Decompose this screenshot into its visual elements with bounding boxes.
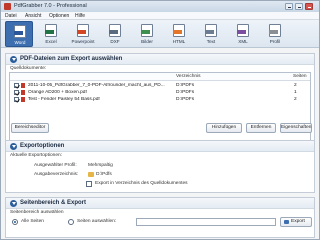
xml-icon (237, 24, 249, 37)
export-label: Export (291, 219, 305, 224)
close-button[interactable] (305, 3, 313, 10)
dxf-icon (109, 24, 121, 37)
minimize-button[interactable] (285, 3, 293, 10)
table-row[interactable]: 2011-10-05_PdfGrabber_7_0-PDF-Alfrounder… (10, 82, 310, 89)
profile-icon (269, 24, 281, 37)
title-bar: PdfGrabber 7.0 - Professional (1, 1, 319, 12)
pages-input[interactable] (136, 218, 276, 226)
table-row[interactable]: Test - Fender Paisley 54 Bass.pdf D:\PDFs… (10, 96, 310, 103)
file-folder: D:\PDFs (176, 90, 195, 95)
section-header[interactable]: Exportoptionen (6, 141, 314, 152)
row-checkbox[interactable] (14, 83, 19, 88)
page-range-section: Seitenbereich & Export Seitenbereich aus… (5, 197, 315, 238)
toolbar-button-label: Powerpoint (71, 39, 95, 44)
select-pages-radio[interactable] (68, 219, 74, 225)
current-options-label: Aktuelle Exportoptionen: (10, 153, 62, 158)
menu-optionen[interactable]: Optionen (49, 13, 69, 19)
collapse-icon[interactable] (10, 143, 17, 150)
section-header[interactable]: PDF-Dateien zum Export auswählen (6, 54, 314, 65)
file-folder: D:\PDFs (176, 83, 195, 88)
powerpoint-icon (77, 24, 89, 37)
row-checkbox[interactable] (14, 90, 19, 95)
source-documents-label: Quelldokumente: (10, 66, 47, 71)
pdf-file-icon (21, 97, 25, 102)
column-folder[interactable]: Verzeichnis (176, 74, 201, 79)
remove-button[interactable]: Entfernen (246, 123, 276, 133)
toolbar-button-text[interactable]: Text (197, 21, 225, 47)
toolbar-button-label: XML (238, 39, 248, 44)
section-title: Seitenbereich & Export (20, 200, 87, 206)
app-logo-icon (4, 3, 11, 10)
toolbar-button-label: HTML (172, 39, 186, 44)
toolbar-button-dxf[interactable]: DXF (101, 21, 129, 47)
file-pages: 2 (294, 97, 297, 102)
html-icon (173, 24, 185, 37)
menu-ansicht[interactable]: Ansicht (25, 13, 41, 19)
export-icon (284, 220, 289, 224)
page-range-label: Seitenbereich auswählen (10, 210, 64, 215)
file-pages: 2 (294, 83, 297, 88)
row-checkbox[interactable] (14, 97, 19, 102)
maximize-button[interactable] (295, 3, 303, 10)
pdf-file-icon (21, 83, 25, 88)
properties-button[interactable]: Eigenschaften (280, 123, 312, 133)
menu-hilfe[interactable]: Hilfe (75, 13, 85, 19)
output-dir-value[interactable]: D:\Pdfs (96, 172, 112, 177)
same-dir-checkbox[interactable] (86, 181, 92, 187)
toolbar-button-powerpoint[interactable]: Powerpoint (69, 21, 97, 47)
toolbar-button-profil[interactable]: Profil (261, 21, 289, 47)
table-header: Verzeichnis Seiten (10, 73, 310, 81)
toolbar-button-excel[interactable]: Excel (37, 21, 65, 47)
toolbar-button-bilder[interactable]: Bilder (133, 21, 161, 47)
file-name: Test - Fender Paisley 54 Bass.pdf (28, 97, 100, 102)
toolbar-button-html[interactable]: HTML (165, 21, 193, 47)
toolbar-button-label: Bilder (141, 39, 153, 44)
toolbar-button-label: Excel (45, 39, 57, 44)
folder-icon (88, 172, 94, 177)
table-row[interactable]: Orange AD200 + Boxen.pdf D:\PDFs 1 (10, 89, 310, 96)
select-pages-label: Seiten auswählen: (77, 219, 117, 224)
file-folder: D:\PDFs (176, 97, 195, 102)
word-icon (14, 25, 26, 38)
excel-icon (45, 24, 57, 37)
file-pages: 1 (294, 90, 297, 95)
text-icon (205, 24, 217, 37)
toolbar-button-label: Word (14, 40, 26, 45)
area-editor-button[interactable]: Bereichseditor (11, 123, 49, 133)
toolbar-button-label: Text (206, 39, 216, 44)
window-title: PdfGrabber 7.0 - Professional (14, 3, 87, 9)
toolbar-button-label: DXF (110, 39, 120, 44)
menu-datei[interactable]: Datei (5, 13, 17, 19)
image-icon (141, 24, 153, 37)
collapse-icon[interactable] (10, 200, 17, 207)
same-dir-label: Export in Verzeichnis des Quelldokumente… (95, 181, 188, 186)
pdf-file-table: Verzeichnis Seiten 2011-10-05_PdfGrabber… (9, 72, 311, 150)
export-button[interactable]: Export (280, 217, 312, 227)
toolbar-button-label: Profil (269, 39, 281, 44)
toolbar-button-xml[interactable]: XML (229, 21, 257, 47)
output-dir-label: Ausgabeverzeichnis: (34, 172, 79, 177)
section-title: PDF-Dateien zum Export auswählen (20, 56, 123, 62)
app-window: PdfGrabber 7.0 - Professional Datei Ansi… (0, 0, 320, 240)
toolbar-button-word[interactable]: Word (5, 21, 33, 47)
menu-bar: Datei Ansicht Optionen Hilfe (1, 12, 319, 20)
section-header[interactable]: Seitenbereich & Export (6, 198, 314, 209)
all-pages-radio[interactable] (12, 219, 18, 225)
file-name: 2011-10-05_PdfGrabber_7_0-PDF-Alfrounder… (28, 83, 165, 88)
all-pages-label: Alle Seiten (21, 219, 44, 224)
column-pages[interactable]: Seiten (293, 74, 307, 79)
collapse-icon[interactable] (10, 56, 17, 63)
profile-value: Mehrspaltig (88, 163, 113, 168)
export-options-section: Exportoptionen Aktuelle Exportoptionen: … (5, 140, 315, 193)
add-button[interactable]: Hinzufügen (206, 123, 242, 133)
profile-label: Ausgewählter Profil: (34, 163, 77, 168)
toolbar: Word Excel Powerpoint DXF Bilder HTML Text XML P… (1, 20, 319, 48)
section-title: Exportoptionen (20, 143, 65, 149)
file-name: Orange AD200 + Boxen.pdf (28, 90, 87, 95)
pdf-file-icon (21, 90, 25, 95)
